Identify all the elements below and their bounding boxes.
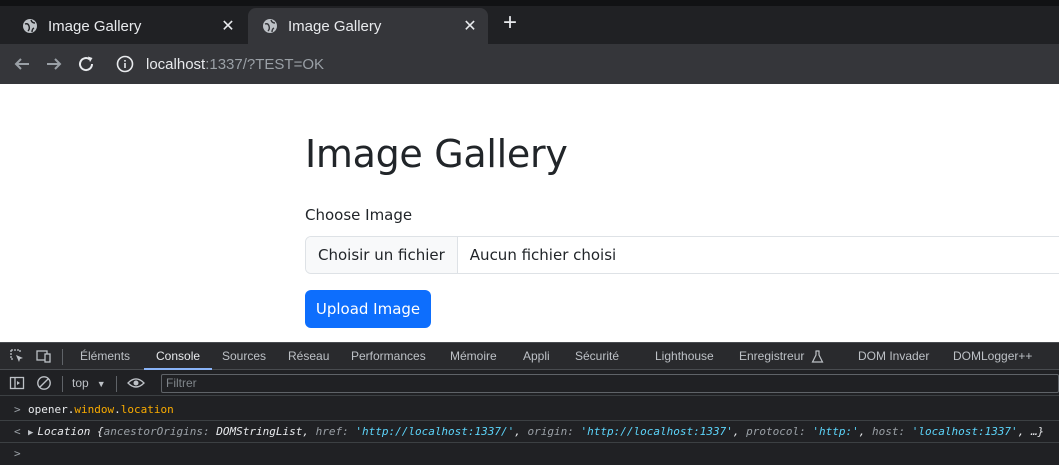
page-title: Image Gallery: [305, 132, 568, 176]
browser-tab-strip: Image Gallery ✕ Image Gallery ✕ +: [0, 0, 1059, 44]
console-toolbar: top ▼ Filtrer: [0, 371, 1059, 396]
arrow-left-icon: [14, 58, 29, 70]
eye-icon[interactable]: [127, 375, 145, 391]
url-host: localhost: [146, 55, 206, 73]
toolbar-divider: [116, 376, 117, 392]
toolbar-divider: [62, 376, 63, 392]
context-value: top: [72, 376, 89, 390]
choose-image-label: Choose Image: [305, 206, 413, 224]
url-path: :1337/?TEST=OK: [205, 55, 325, 73]
address-bar[interactable]: localhost:1337/?TEST=OK: [108, 48, 1059, 80]
tab-memory[interactable]: Mémoire: [450, 343, 497, 370]
tab-recorder[interactable]: Enregistreur: [739, 343, 804, 370]
page-viewport: Image Gallery Choose Image Choisir un fi…: [0, 84, 1059, 342]
console-prompt-line[interactable]: >: [0, 443, 1059, 465]
file-status-text: Aucun fichier choisi: [469, 246, 617, 264]
file-input[interactable]: Choisir un fichier Aucun fichier choisi: [305, 236, 1059, 274]
console-input-line: > opener.window.location: [0, 399, 1059, 421]
tab-sources[interactable]: Sources: [222, 343, 266, 370]
back-button[interactable]: [10, 52, 34, 76]
globe-icon: [263, 19, 277, 33]
info-icon[interactable]: [116, 55, 134, 73]
browser-tab-1[interactable]: Image Gallery ✕: [8, 8, 246, 44]
prompt-icon: >: [14, 403, 21, 416]
choose-file-button[interactable]: Choisir un fichier: [306, 237, 458, 273]
close-tab-icon[interactable]: ✕: [218, 16, 238, 36]
browser-toolbar: localhost:1337/?TEST=OK: [0, 44, 1059, 84]
flask-icon: [811, 350, 824, 363]
reload-button[interactable]: [74, 52, 98, 76]
tab-elements[interactable]: Éléments: [80, 343, 130, 370]
console-output-line[interactable]: < ▶ Location {ancestorOrigins: DOMStringL…: [0, 421, 1059, 443]
tab-network[interactable]: Réseau: [288, 343, 329, 370]
expand-triangle-icon[interactable]: ▶: [28, 428, 33, 438]
console-result[interactable]: ▶ Location {ancestorOrigins: DOMStringLis…: [28, 421, 1044, 442]
devtools-tab-bar: Éléments Console Sources Réseau Performa…: [0, 343, 1059, 370]
inspect-element-icon[interactable]: [9, 348, 25, 364]
tab-application[interactable]: Appli: [523, 343, 550, 370]
context-selector[interactable]: top ▼: [72, 376, 106, 390]
tab-title: Image Gallery: [48, 17, 142, 35]
tab-console[interactable]: Console: [144, 343, 213, 370]
tab-lighthouse[interactable]: Lighthouse: [655, 343, 714, 370]
device-toolbar-icon[interactable]: [36, 348, 52, 364]
tab-title: Image Gallery: [288, 17, 382, 35]
tab-dom-invader[interactable]: DOM Invader: [858, 343, 929, 370]
arrow-right-icon: [47, 58, 62, 70]
globe-icon: [23, 19, 37, 33]
reload-icon: [79, 56, 94, 72]
upload-image-button[interactable]: Upload Image: [305, 290, 431, 328]
devtools-panel: Éléments Console Sources Réseau Performa…: [0, 342, 1059, 460]
console-command: opener.window.location: [28, 403, 174, 416]
toolbar-divider: [62, 349, 63, 365]
tab-performance[interactable]: Performances: [351, 343, 426, 370]
console-filter-input[interactable]: Filtrer: [161, 374, 1059, 393]
forward-button[interactable]: [42, 52, 66, 76]
return-icon: <: [14, 425, 21, 438]
dropdown-arrow-icon: ▼: [96, 379, 106, 389]
tab-domlogger[interactable]: DOMLogger++: [953, 343, 1032, 370]
browser-tab-2[interactable]: Image Gallery ✕: [248, 8, 488, 44]
sidebar-toggle-icon[interactable]: [9, 375, 25, 391]
new-tab-button[interactable]: +: [498, 11, 522, 36]
close-tab-icon[interactable]: ✕: [460, 16, 480, 36]
window-top-bar: [0, 0, 1059, 6]
tab-security[interactable]: Sécurité: [575, 343, 619, 370]
clear-console-icon[interactable]: [36, 375, 52, 391]
prompt-icon: >: [14, 447, 21, 460]
